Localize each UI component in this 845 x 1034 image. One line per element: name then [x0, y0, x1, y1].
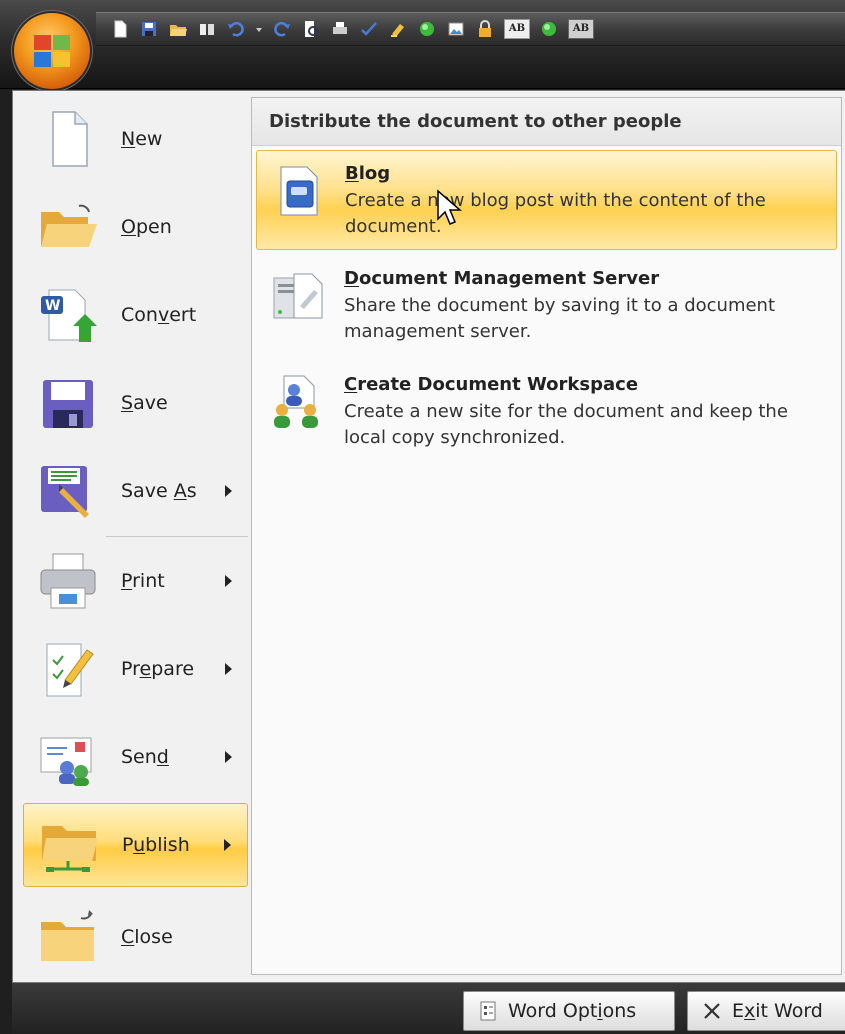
prepare-icon: [35, 636, 101, 702]
book-icon[interactable]: [197, 19, 217, 39]
svg-text:W: W: [45, 298, 60, 314]
menu-footer: Word Options Exit Word: [12, 983, 845, 1034]
item-description: Share the document by saving it to a doc…: [344, 295, 776, 342]
close-icon: [704, 1003, 720, 1019]
submenu-arrow-icon: [225, 663, 232, 675]
print-command[interactable]: Print: [23, 539, 248, 623]
convert-icon: W: [35, 282, 101, 348]
quick-access-toolbar: AB AB: [96, 12, 845, 46]
title-bar: AB AB: [0, 0, 845, 89]
mouse-cursor-icon: [437, 189, 462, 225]
new-document-icon: [35, 106, 101, 172]
submenu-arrow-icon: [224, 839, 231, 851]
highlight-icon[interactable]: [388, 19, 408, 39]
word-options-button[interactable]: Word Options: [463, 991, 675, 1031]
item-description: Create a new blog post with the content …: [345, 190, 766, 237]
document-management-server-item[interactable]: Document Management Server Share the doc…: [256, 256, 837, 356]
publish-command[interactable]: Publish: [23, 803, 248, 887]
publish-panel: Distribute the document to other people …: [251, 97, 842, 975]
open-folder-icon[interactable]: [168, 19, 188, 39]
save-icon[interactable]: [139, 19, 159, 39]
menu-separator: [106, 536, 248, 537]
spelling-icon[interactable]: [359, 19, 379, 39]
printer-icon: [35, 548, 101, 614]
open-folder-icon: [35, 194, 101, 260]
exit-word-button[interactable]: Exit Word: [687, 991, 845, 1031]
green-circle-icon[interactable]: [539, 19, 559, 39]
office-logo-icon: [34, 35, 70, 67]
office-button[interactable]: [14, 13, 90, 89]
document-server-icon: [270, 268, 326, 324]
create-document-workspace-item[interactable]: Create Document Workspace Create a new s…: [256, 362, 837, 462]
item-description: Create a new site for the document and k…: [344, 401, 788, 448]
submenu-arrow-icon: [225, 575, 232, 587]
dropdown-icon[interactable]: [255, 19, 263, 39]
send-command[interactable]: Send: [23, 715, 248, 799]
options-icon: [480, 1001, 496, 1021]
text-box-icon[interactable]: AB: [504, 19, 530, 39]
blog-icon: [271, 163, 327, 219]
text-box-icon[interactable]: AB: [568, 19, 594, 39]
new-command[interactable]: New: [23, 97, 248, 181]
insert-picture-icon[interactable]: [446, 19, 466, 39]
redo-icon[interactable]: [272, 19, 292, 39]
print-preview-icon[interactable]: [301, 19, 321, 39]
green-circle-icon[interactable]: [417, 19, 437, 39]
workspace-icon: [270, 374, 326, 430]
undo-icon[interactable]: [226, 19, 246, 39]
quick-print-icon[interactable]: [330, 19, 350, 39]
publish-icon: [36, 812, 102, 878]
save-command[interactable]: Save: [23, 361, 248, 445]
close-folder-icon: [35, 904, 101, 970]
submenu-arrow-icon: [225, 751, 232, 763]
lock-icon[interactable]: [475, 19, 495, 39]
office-menu: New Open W Convert Save Save As Print Pr…: [12, 90, 845, 983]
panel-header: Distribute the document to other people: [252, 98, 841, 146]
convert-command[interactable]: W Convert: [23, 273, 248, 357]
blog-item[interactable]: Blog Create a new blog post with the con…: [256, 150, 837, 250]
command-list: New Open W Convert Save Save As Print Pr…: [13, 91, 250, 982]
prepare-command[interactable]: Prepare: [23, 627, 248, 711]
open-command[interactable]: Open: [23, 185, 248, 269]
save-as-command[interactable]: Save As: [23, 449, 248, 533]
item-title: Create Document Workspace: [344, 374, 639, 395]
item-title: Blog: [345, 163, 391, 184]
new-doc-icon[interactable]: [110, 19, 130, 39]
save-as-icon: [35, 458, 101, 524]
save-icon: [35, 370, 101, 436]
item-title: Document Management Server: [344, 268, 660, 289]
send-icon: [35, 724, 101, 790]
submenu-arrow-icon: [225, 485, 232, 497]
close-command[interactable]: Close: [23, 895, 248, 979]
